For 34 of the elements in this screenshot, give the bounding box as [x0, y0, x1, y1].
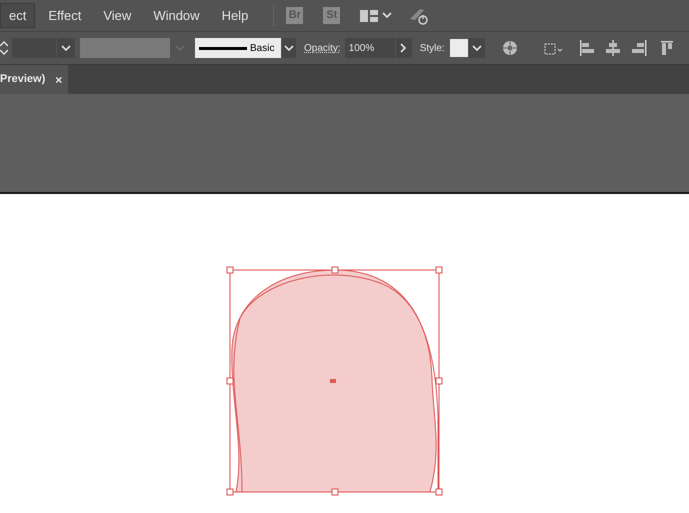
- align-left-icon[interactable]: [578, 40, 595, 56]
- brush-profile-field[interactable]: Basic: [195, 38, 281, 58]
- workspace-layout-icon[interactable]: [360, 10, 378, 22]
- menu-item[interactable]: ect: [0, 3, 36, 28]
- variable-width-field[interactable]: [80, 38, 170, 58]
- chevron-down-icon[interactable]: [472, 44, 482, 52]
- chevron-down-icon[interactable]: [284, 44, 294, 52]
- profile-value: Basic: [250, 42, 274, 56]
- dropdown-button[interactable]: [468, 38, 485, 58]
- recolor-wheel-icon[interactable]: [502, 40, 518, 56]
- document-tab[interactable]: Preview) ×: [0, 65, 68, 94]
- dropdown-button[interactable]: [57, 38, 75, 58]
- rocket-power-icon[interactable]: [408, 6, 430, 24]
- spinner-arrows-icon[interactable]: [0, 40, 8, 56]
- align-top-icon[interactable]: [660, 40, 673, 56]
- opacity-field[interactable]: 100%: [344, 38, 395, 58]
- close-button[interactable]: ×: [55, 70, 62, 88]
- align-right-icon[interactable]: [630, 40, 647, 56]
- menu-item[interactable]: Effect: [39, 3, 90, 28]
- stroke-line-icon: [199, 46, 247, 50]
- chevron-down-icon: [175, 44, 185, 52]
- chevron-right-icon: [400, 43, 408, 53]
- menu-item[interactable]: Help: [212, 3, 258, 28]
- menu-item[interactable]: View: [94, 3, 140, 28]
- style-label: Style:: [420, 42, 445, 56]
- dropdown-button[interactable]: [282, 38, 296, 58]
- expand-button[interactable]: [396, 38, 412, 58]
- tab-title: Preview): [0, 72, 46, 88]
- menu-item[interactable]: Window: [144, 3, 209, 28]
- opacity-label[interactable]: Opacity:: [304, 40, 341, 56]
- style-swatch[interactable]: [450, 39, 468, 57]
- chevron-down-icon[interactable]: [382, 12, 392, 19]
- chevron-down-icon[interactable]: [61, 44, 71, 52]
- align-center-icon[interactable]: [604, 40, 621, 56]
